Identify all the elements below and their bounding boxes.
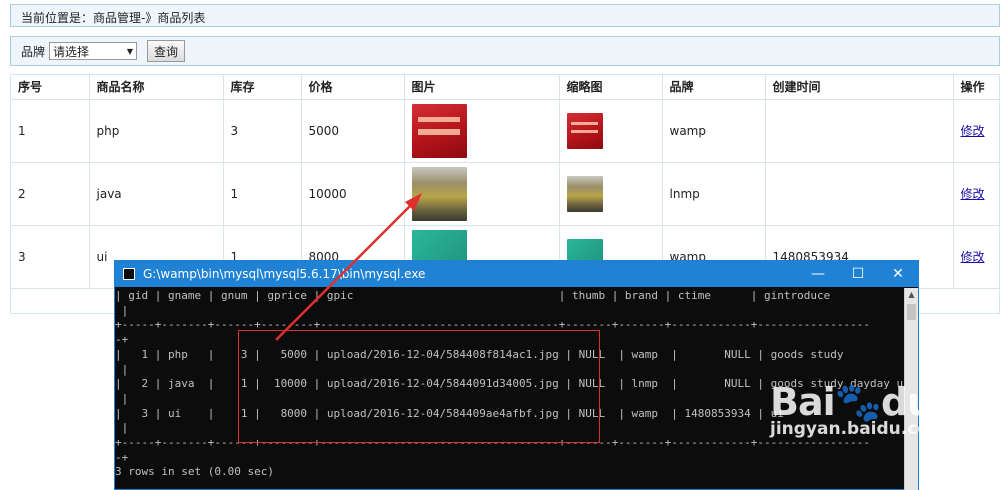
console-line: |	[115, 303, 129, 317]
header-thumbnail: 缩略图	[559, 75, 663, 100]
console-app-icon	[123, 268, 135, 280]
scroll-up-icon[interactable]: ▲	[905, 288, 918, 302]
header-stock: 库存	[223, 75, 302, 100]
cell-id: 1	[11, 99, 90, 163]
cell-brand: lnmp	[662, 162, 766, 226]
cell-price: 10000	[301, 162, 405, 226]
breadcrumb: 当前位置是：商品管理-》商品列表	[10, 4, 1000, 27]
table-row: 1 php 3 5000 wamp 修改	[11, 99, 1000, 163]
edit-link[interactable]: 修改	[961, 124, 985, 138]
cell-action: 修改	[953, 225, 1000, 289]
console-line: |	[115, 421, 129, 435]
cell-brand: wamp	[662, 99, 766, 163]
close-button[interactable]: ✕	[878, 266, 918, 282]
edit-link[interactable]: 修改	[961, 250, 985, 264]
console-line: -+	[115, 333, 129, 347]
cell-image	[404, 99, 560, 163]
console-line: | gid | gname | gnum | gprice | gpic | t…	[115, 289, 831, 302]
console-line: 3 rows in set (0.00 sec)	[115, 465, 274, 479]
chevron-down-icon: ▼	[126, 46, 134, 56]
maximize-button[interactable]: ☐	[838, 266, 878, 282]
product-thumbnail	[566, 112, 603, 149]
cell-name: java	[89, 162, 224, 226]
cell-thumbnail	[559, 162, 663, 226]
product-image	[411, 103, 467, 158]
cell-created-time	[765, 162, 954, 226]
header-image: 图片	[404, 75, 560, 100]
header-name: 商品名称	[89, 75, 224, 100]
cell-action: 修改	[953, 99, 1000, 163]
query-button[interactable]: 查询	[147, 40, 186, 62]
header-price: 价格	[301, 75, 405, 100]
highlight-box	[238, 330, 600, 443]
console-titlebar[interactable]: G:\wamp\bin\mysql\mysql5.6.17\bin\mysql.…	[115, 261, 918, 287]
cell-name: php	[89, 99, 224, 163]
brand-select-value: 请选择	[53, 44, 90, 59]
console-title: G:\wamp\bin\mysql\mysql5.6.17\bin\mysql.…	[143, 267, 426, 281]
brand-select[interactable]: 请选择 ▼	[49, 42, 138, 60]
table-header-row: 序号 商品名称 库存 价格 图片 缩略图 品牌 创建时间 操作	[11, 75, 1000, 100]
cell-thumbnail	[559, 99, 663, 163]
console-line: -+	[115, 450, 129, 464]
header-id: 序号	[11, 75, 90, 100]
console-line: |	[115, 362, 129, 376]
product-image	[411, 166, 467, 221]
console-line: |	[115, 391, 129, 405]
filter-bar: 品牌 请选择 ▼ 查询	[10, 36, 1000, 66]
cell-id: 2	[11, 162, 90, 226]
scroll-thumb[interactable]	[907, 304, 916, 320]
cell-created-time	[765, 99, 954, 163]
cell-action: 修改	[953, 162, 1000, 226]
brand-label: 品牌	[21, 44, 46, 59]
edit-link[interactable]: 修改	[961, 187, 985, 201]
cell-price: 5000	[301, 99, 405, 163]
header-brand: 品牌	[662, 75, 766, 100]
cell-stock: 1	[223, 162, 302, 226]
paw-icon: 🐾	[834, 380, 882, 424]
header-created-time: 创建时间	[765, 75, 954, 100]
product-thumbnail	[566, 175, 603, 212]
baidu-watermark: Bai🐾du 经验 jingyan.baidu.com	[770, 380, 995, 480]
minimize-button[interactable]: —	[798, 266, 838, 282]
header-action: 操作	[953, 75, 1000, 100]
cell-stock: 3	[223, 99, 302, 163]
cell-image	[404, 162, 560, 226]
table-row: 2 java 1 10000 lnmp 修改	[11, 162, 1000, 226]
cell-id: 3	[11, 225, 90, 289]
